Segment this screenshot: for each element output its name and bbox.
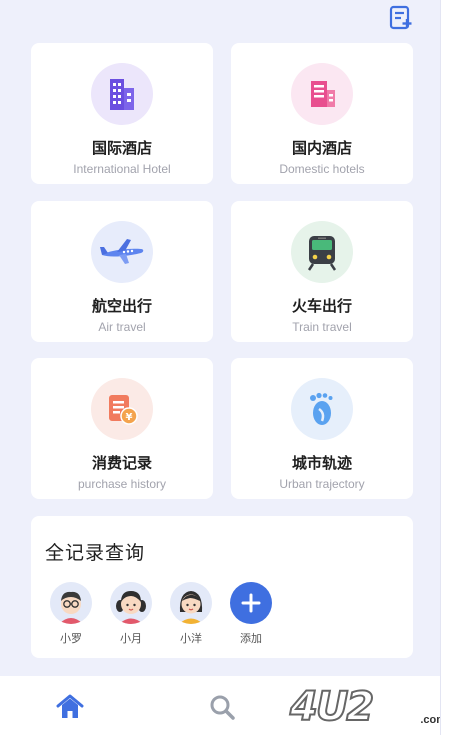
card-title: 城市轨迹	[291, 454, 352, 472]
footprint-icon	[310, 392, 333, 425]
card-domestic-hotels[interactable]: 国内酒店 Domestic hotels	[231, 43, 413, 184]
plus-icon[interactable]	[230, 582, 272, 624]
circle-bg: ¥	[91, 378, 153, 440]
circle-bg	[291, 63, 353, 125]
person-name: 小洋	[180, 632, 202, 645]
right-edge-strip	[440, 0, 450, 735]
card-international-hotel[interactable]: 国际酒店 International Hotel	[31, 43, 213, 184]
search-tab-icon[interactable]	[207, 692, 237, 722]
card-title: 消费记录	[91, 454, 152, 472]
circle-bg	[91, 221, 153, 283]
circle-bg	[291, 378, 353, 440]
card-subtitle: Urban trajectory	[279, 477, 365, 491]
girl-avatar-icon	[170, 582, 212, 624]
home-tab-icon[interactable]	[55, 692, 85, 722]
card-urban-trajectory[interactable]: 城市轨迹 Urban trajectory	[231, 358, 413, 499]
avatar	[110, 582, 152, 624]
bottom-tab-bar	[0, 676, 440, 735]
add-label: 添加	[240, 632, 262, 645]
circle-bg	[291, 221, 353, 283]
person-item[interactable]: 小洋	[169, 582, 213, 646]
train-icon	[307, 236, 337, 271]
circle-bg	[91, 63, 153, 125]
girl-pigtails-avatar-icon	[110, 582, 152, 624]
hotel-icon	[311, 81, 335, 107]
person-item[interactable]: 小罗	[49, 582, 93, 646]
card-subtitle: International Hotel	[73, 162, 171, 176]
person-name: 小罗	[60, 632, 82, 645]
card-title: 航空出行	[91, 297, 152, 315]
avatar	[50, 582, 92, 624]
card-subtitle: Train travel	[292, 320, 352, 334]
card-title: 国内酒店	[291, 139, 352, 157]
receipt-icon: ¥	[109, 395, 138, 425]
app-screen: 国际酒店 International Hotel 国内酒店 Domestic h…	[0, 0, 446, 735]
card-purchase-history[interactable]: ¥ 消费记录 purchase history	[31, 358, 213, 499]
airplane-icon	[100, 239, 144, 264]
card-subtitle: Domestic hotels	[279, 162, 365, 176]
card-air-travel[interactable]: 航空出行 Air travel	[31, 201, 213, 342]
boy-glasses-avatar-icon	[50, 582, 92, 624]
person-item[interactable]: 小月	[109, 582, 153, 646]
card-title: 国际酒店	[91, 139, 152, 157]
card-train-travel[interactable]: 火车出行 Train travel	[231, 201, 413, 342]
card-subtitle: purchase history	[77, 477, 167, 491]
card-title: 火车出行	[291, 297, 352, 315]
avatar	[170, 582, 212, 624]
all-records-panel: 全记录查询 小罗 小月 小洋 添加	[31, 516, 413, 658]
card-subtitle: Air travel	[98, 320, 146, 334]
records-title: 全记录查询	[45, 542, 146, 564]
building-icon	[110, 79, 134, 110]
person-name: 小月	[120, 632, 142, 645]
svg-text:¥: ¥	[126, 412, 133, 423]
add-person-button[interactable]: 添加	[229, 582, 273, 646]
add-note-icon[interactable]	[388, 5, 414, 31]
